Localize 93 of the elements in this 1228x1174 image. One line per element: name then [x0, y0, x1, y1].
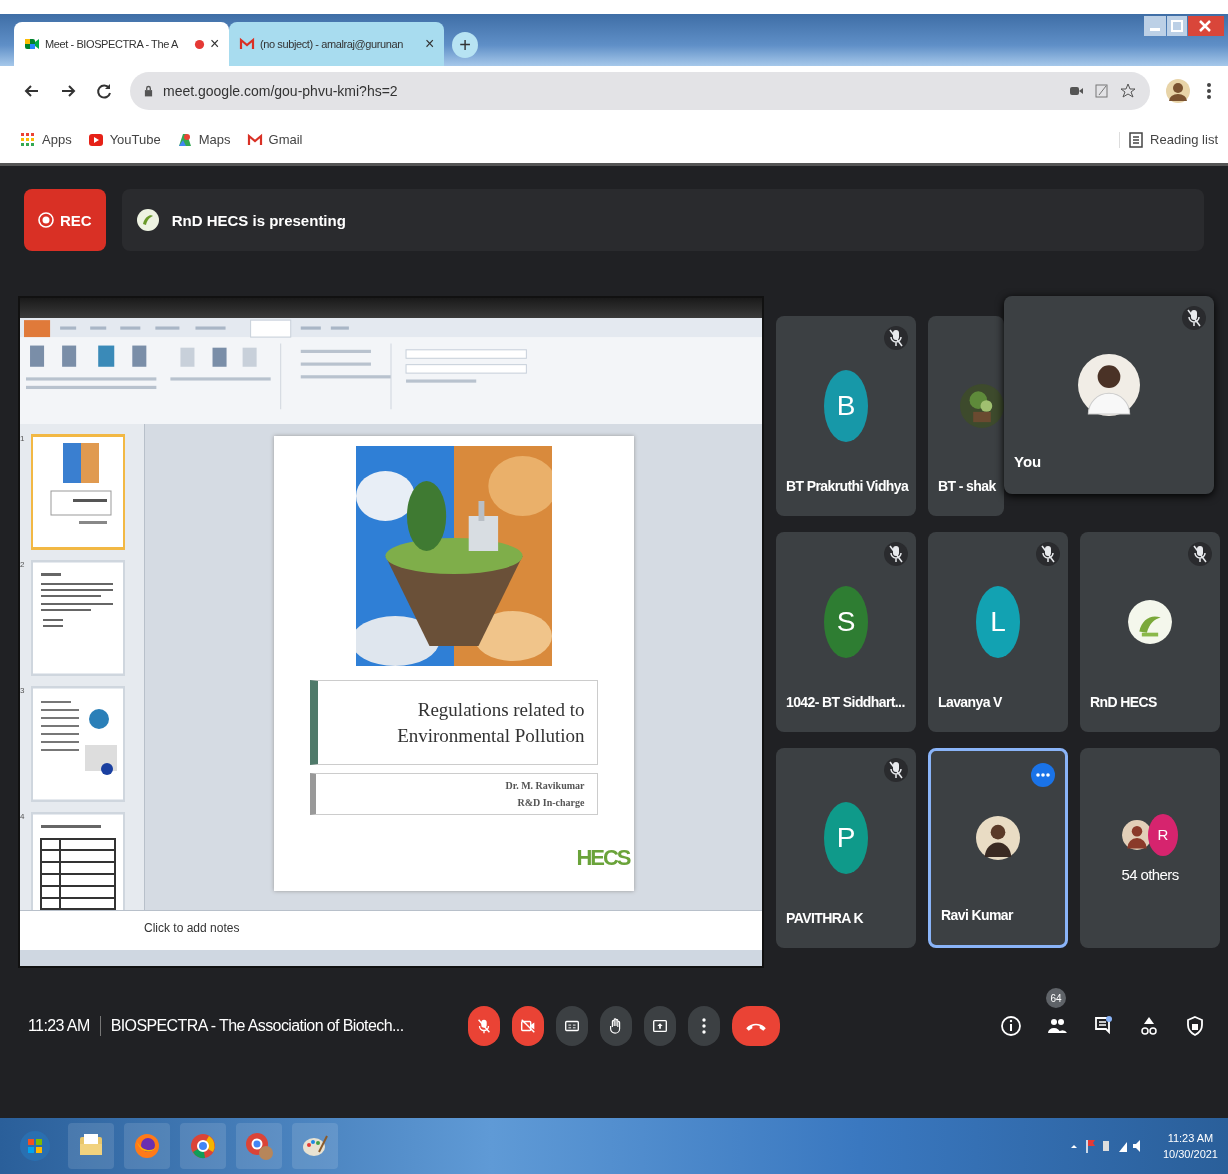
shapes-icon: [1138, 1015, 1160, 1037]
present-icon: [651, 1017, 669, 1035]
participant-tile[interactable]: Ravi Kumar: [928, 748, 1068, 948]
meeting-title: BIOSPECTRA - The Association of Biotech...: [110, 1017, 404, 1035]
self-view-tile[interactable]: You: [1004, 296, 1214, 494]
more-button[interactable]: [688, 1006, 720, 1046]
bookmark[interactable]: Apps: [20, 131, 72, 148]
avatar: P: [824, 802, 868, 874]
map-pin-icon: [176, 131, 193, 148]
others-count: 54 others: [1121, 865, 1179, 883]
taskbar-button[interactable]: [292, 1123, 338, 1169]
company-logo: HECS: [576, 845, 630, 872]
camera-icon: [519, 1017, 537, 1035]
participant-name: RnD HECS: [1090, 694, 1157, 710]
play-icon: [87, 131, 104, 148]
participant-tile[interactable]: RnD HECS: [1080, 532, 1220, 732]
address-field[interactable]: meet.google.com/gou-phvu-kmi?hs=2: [130, 72, 1150, 110]
avatar: B: [824, 370, 868, 442]
participant-name: PAVITHRA K: [786, 910, 863, 926]
logo-icon: [135, 208, 160, 232]
start-button[interactable]: [19, 1130, 51, 1162]
leave-button[interactable]: [732, 1006, 780, 1046]
mic-icon: [475, 1017, 493, 1035]
author-name: Dr. M. Ravikumar: [505, 780, 585, 792]
slide-number: 4: [20, 812, 26, 821]
tab-title: (no subject) - amalraj@gurunan: [260, 38, 404, 50]
meet-icon: [24, 36, 40, 52]
participant-name: Ravi Kumar: [941, 907, 1013, 923]
hand-button[interactable]: [600, 1006, 632, 1046]
slide-thumbnail[interactable]: [31, 560, 125, 676]
info-button[interactable]: [1000, 1014, 1022, 1038]
shield-icon: [1184, 1015, 1206, 1037]
slide-thumbnail[interactable]: [31, 812, 125, 910]
author-role: R&D In-charge: [517, 797, 585, 809]
chat-icon: [1092, 1015, 1114, 1037]
participant-name: Lavanya V: [938, 694, 1002, 710]
taskbar-button[interactable]: [180, 1123, 226, 1169]
participant-tile[interactable]: BT - shak: [928, 316, 1004, 516]
participant-name: 1042- BT Siddhart...: [786, 694, 905, 710]
more-icon: [702, 1018, 706, 1034]
participant-name: BT Prakruthi Vidhya: [786, 478, 909, 494]
list-icon: [1128, 131, 1145, 148]
avatar: L: [976, 586, 1020, 658]
mail-icon: [246, 131, 263, 148]
slide-number: 2: [20, 560, 26, 569]
slide-number: 1: [20, 434, 26, 443]
mail-icon: [239, 36, 255, 52]
star-icon[interactable]: [1120, 83, 1136, 99]
security-button[interactable]: [1184, 1014, 1206, 1038]
clock-date: 10/30/2021: [1162, 1148, 1218, 1160]
close-tab-button[interactable]: ×: [425, 35, 434, 53]
browser-tab[interactable]: Meet - BIOSPECTRA - The A ×: [14, 22, 229, 66]
lock-icon: [144, 85, 153, 97]
new-tab-button[interactable]: +: [452, 32, 478, 58]
taskbar-button[interactable]: [124, 1123, 170, 1169]
participant-count: 64: [1046, 988, 1066, 1008]
browser-tab[interactable]: (no subject) - amalraj@gurunan ×: [229, 22, 444, 66]
participant-tile[interactable]: P PAVITHRA K: [776, 748, 916, 948]
apps-grid-icon: [20, 131, 36, 148]
captions-button[interactable]: [556, 1006, 588, 1046]
taskbar-button[interactable]: [68, 1123, 114, 1169]
recording-badge: REC: [24, 189, 106, 251]
participant-tile[interactable]: R 54 others: [1080, 748, 1220, 948]
participant-tile[interactable]: S 1042- BT Siddhart...: [776, 532, 916, 732]
slide-thumbnail[interactable]: [31, 434, 125, 550]
menu-icon[interactable]: [1206, 81, 1212, 101]
chrome-icon[interactable]: [243, 1130, 275, 1162]
meeting-time: 11:23 AM: [28, 1017, 90, 1035]
reading-list-button[interactable]: Reading list: [1119, 131, 1218, 148]
bookmark[interactable]: YouTube: [87, 131, 161, 148]
present-button[interactable]: [644, 1006, 676, 1046]
clock-time: 11:23 AM: [1167, 1132, 1214, 1144]
taskbar-button[interactable]: [236, 1123, 282, 1169]
presenting-text: RnD HECS is presenting: [171, 211, 346, 229]
slide-thumbnail[interactable]: [31, 686, 125, 802]
participant-name: BT - shak: [938, 478, 996, 494]
more-options-icon[interactable]: [1031, 763, 1055, 787]
record-icon: [38, 212, 54, 228]
camera-button[interactable]: [512, 1006, 544, 1046]
tab-title: Meet - BIOSPECTRA - The A: [45, 38, 179, 50]
info-icon: [1000, 1015, 1022, 1037]
avatar: S: [824, 586, 868, 658]
avatar-icon[interactable]: [1166, 79, 1190, 103]
participant-tile[interactable]: B BT Prakruthi Vidhya: [776, 316, 916, 516]
bookmark[interactable]: Gmail: [246, 131, 303, 148]
close-tab-button[interactable]: ×: [210, 35, 219, 53]
slide-title: Regulations related to Environmental Pollution: [396, 698, 585, 748]
bookmark[interactable]: Maps: [176, 131, 231, 148]
avatar: R: [1148, 813, 1178, 856]
mic-button[interactable]: [468, 1006, 500, 1046]
slide-number: 3: [20, 686, 26, 695]
participant-name: You: [1014, 453, 1042, 470]
participant-tile[interactable]: L Lavanya V: [928, 532, 1068, 732]
